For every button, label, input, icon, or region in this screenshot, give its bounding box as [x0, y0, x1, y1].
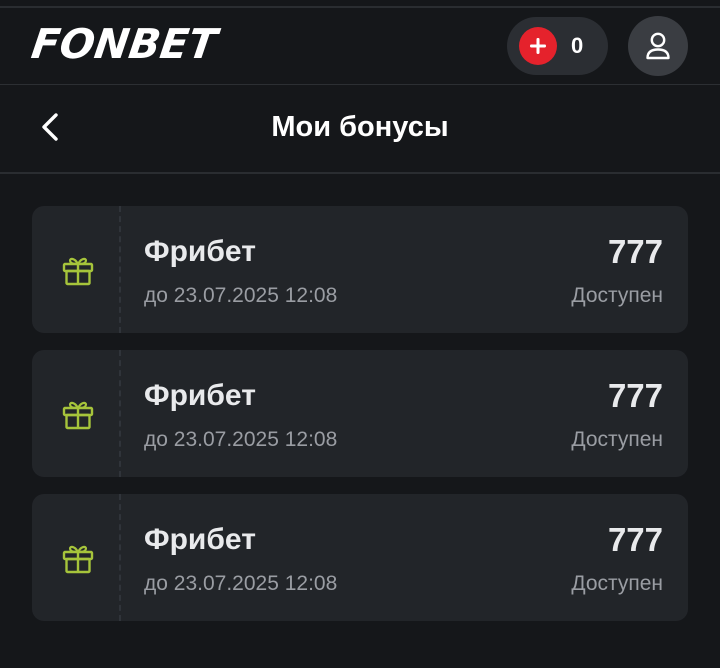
bonus-status: Доступен [571, 572, 663, 595]
bonus-amount: 777 [607, 377, 663, 414]
app-screen: FONBET 0 Мои бонусы Фрибет до 23.07.2025… [0, 0, 720, 668]
bonus-expiry: до 23.07.2025 12:08 [144, 428, 338, 451]
bonus-name: Фрибет [144, 235, 256, 268]
fonbet-logo[interactable]: FONBET [29, 20, 220, 68]
card-separator [119, 494, 121, 621]
bonus-list: Фрибет до 23.07.2025 12:08 777 Доступен … [32, 206, 688, 638]
balance-button[interactable]: 0 [507, 17, 608, 75]
bonus-name: Фрибет [144, 379, 256, 412]
bonus-card[interactable]: Фрибет до 23.07.2025 12:08 777 Доступен [32, 494, 688, 621]
gift-icon [60, 540, 96, 576]
bonus-status: Доступен [571, 428, 663, 451]
user-icon [646, 32, 670, 60]
gift-icon [60, 252, 96, 288]
bonus-card[interactable]: Фрибет до 23.07.2025 12:08 777 Доступен [32, 206, 688, 333]
bonus-card[interactable]: Фрибет до 23.07.2025 12:08 777 Доступен [32, 350, 688, 477]
bonus-expiry: до 23.07.2025 12:08 [144, 284, 338, 307]
balance-value: 0 [571, 33, 584, 58]
app-header: FONBET 0 [0, 8, 720, 84]
page-title: Мои бонусы [271, 111, 449, 143]
card-separator [119, 206, 121, 333]
bonus-amount: 777 [607, 233, 663, 270]
profile-button[interactable] [628, 16, 688, 76]
bonus-status: Доступен [571, 284, 663, 307]
gift-icon [60, 396, 96, 432]
title-bar: Мои бонусы [0, 85, 720, 172]
deposit-plus-icon[interactable] [519, 27, 557, 65]
bonus-amount: 777 [607, 521, 663, 558]
card-separator [119, 350, 121, 477]
title-divider [0, 172, 720, 174]
bonus-name: Фрибет [144, 523, 256, 556]
bonus-expiry: до 23.07.2025 12:08 [144, 572, 338, 595]
